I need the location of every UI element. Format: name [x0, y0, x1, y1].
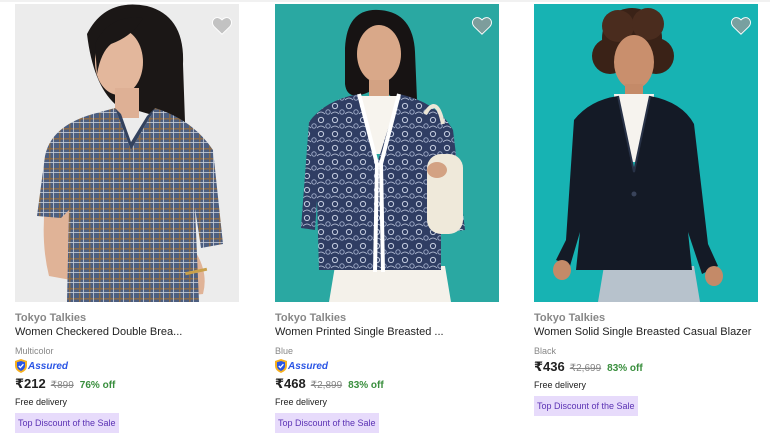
selling-price: ₹212 [15, 376, 46, 391]
sale-badge: Top Discount of the Sale [275, 413, 379, 433]
heart-icon[interactable] [730, 15, 752, 37]
original-price: ₹899 [50, 380, 74, 391]
product-title[interactable]: Women Solid Single Breasted Casual Blaze… [534, 326, 751, 338]
product-brand: Tokyo Talkies [275, 312, 347, 324]
product-title[interactable]: Women Printed Single Breasted ... [275, 326, 444, 338]
product-brand: Tokyo Talkies [15, 312, 87, 324]
discount-percent: 83% off [607, 363, 643, 374]
product-photo-printed-blazer [275, 4, 499, 302]
product-brand: Tokyo Talkies [534, 312, 606, 324]
product-card[interactable]: Tokyo Talkies Women Printed Single Breas… [275, 4, 499, 434]
product-color: Blue [275, 346, 294, 356]
assured-label: Assured [288, 360, 329, 372]
original-price: ₹2,699 [569, 363, 602, 374]
product-color: Multicolor [15, 346, 54, 356]
delivery-info: Free delivery [15, 397, 68, 407]
flipkart-assured-shield-icon [275, 359, 287, 373]
price-row: ₹436 ₹2,699 83% off [534, 359, 643, 375]
product-image[interactable] [15, 4, 239, 302]
assured-badge: Assured [15, 359, 68, 373]
price-row: ₹212 ₹899 76% off [15, 376, 115, 392]
delivery-info: Free delivery [275, 397, 328, 407]
discount-percent: 76% off [79, 380, 116, 391]
sale-badge: Top Discount of the Sale [15, 413, 119, 433]
sale-badge: Top Discount of the Sale [534, 396, 638, 416]
heart-icon[interactable] [211, 15, 233, 37]
original-price: ₹2,899 [310, 380, 343, 391]
product-image[interactable] [275, 4, 499, 302]
product-card[interactable]: Tokyo Talkies Women Checkered Double Bre… [15, 4, 239, 434]
product-image[interactable] [534, 4, 758, 302]
price-row: ₹468 ₹2,899 83% off [275, 376, 384, 392]
flipkart-assured-shield-icon [15, 359, 27, 373]
top-divider [0, 0, 770, 2]
assured-label: Assured [28, 360, 69, 372]
product-card[interactable]: Tokyo Talkies Women Solid Single Breaste… [534, 4, 758, 434]
delivery-info: Free delivery [534, 380, 587, 390]
product-color: Black [534, 346, 557, 356]
selling-price: ₹468 [275, 376, 306, 391]
assured-badge: Assured [275, 359, 328, 373]
heart-icon[interactable] [471, 15, 493, 37]
selling-price: ₹436 [534, 359, 565, 374]
discount-percent: 83% off [348, 380, 384, 391]
product-title[interactable]: Women Checkered Double Brea... [15, 326, 182, 338]
product-photo-checkered-jacket [15, 4, 239, 302]
product-photo-black-blazer [534, 4, 758, 302]
